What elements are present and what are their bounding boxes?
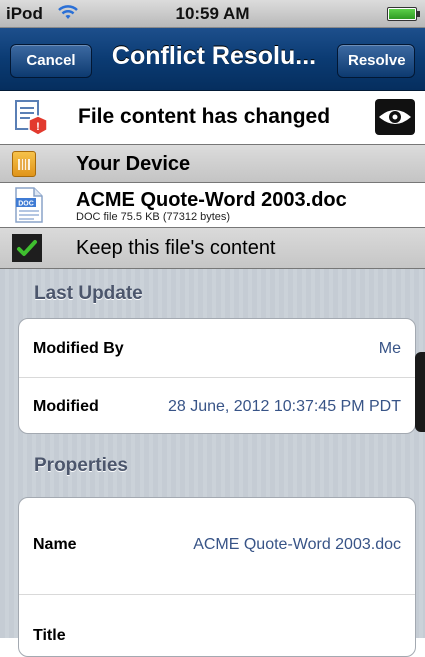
modified-value: 28 June, 2012 10:37:45 PM PDT — [167, 398, 401, 415]
cancel-button[interactable]: Cancel — [10, 44, 92, 78]
name-label: Name — [33, 536, 77, 553]
battery-icon — [387, 7, 420, 21]
device-label: Your Device — [76, 153, 191, 175]
conflict-banner: ! File content has changed — [0, 91, 425, 145]
svg-text:!: ! — [36, 121, 40, 133]
file-meta: DOC file 75.5 KB (77312 bytes) — [76, 211, 231, 223]
modified-label: Modified — [33, 398, 99, 415]
keep-content-label: Keep this file's content — [76, 237, 276, 259]
conflict-message: File content has changed — [78, 105, 331, 128]
details-table: Last Update Modified By Me Modified 28 J… — [0, 269, 425, 657]
preview-eye-button[interactable] — [375, 99, 415, 135]
doc-file-icon: DOC — [14, 187, 44, 228]
table-row[interactable]: Title — [19, 594, 415, 656]
last-update-group: Modified By Me Modified 28 June, 2012 10… — [18, 318, 416, 434]
modified-by-label: Modified By — [33, 340, 124, 357]
file-name: ACME Quote-Word 2003.doc — [76, 189, 347, 211]
file-info-row[interactable]: DOC ACME Quote-Word 2003.doc DOC file 75… — [0, 183, 425, 228]
eye-icon — [379, 110, 411, 124]
section-header-last-update: Last Update — [34, 283, 143, 304]
file-conflict-icon: ! — [14, 99, 48, 142]
table-row[interactable]: Name ACME Quote-Word 2003.doc — [19, 498, 415, 594]
navigation-bar: Cancel Conflict Resolu... Resolve — [0, 28, 425, 91]
modified-by-value: Me — [378, 340, 401, 357]
checkmark-icon[interactable] — [12, 234, 42, 262]
keep-content-row[interactable]: Keep this file's content — [0, 228, 425, 269]
clock: 10:59 AM — [175, 4, 250, 23]
title-label: Title — [33, 627, 66, 644]
device-icon — [12, 151, 36, 177]
name-value: ACME Quote-Word 2003.doc — [193, 536, 401, 553]
resolve-button[interactable]: Resolve — [337, 44, 415, 78]
status-bar: iPod 10:59 AM — [0, 0, 425, 28]
section-header-properties: Properties — [34, 455, 128, 476]
properties-group: Name ACME Quote-Word 2003.doc Title — [18, 497, 416, 657]
side-drawer-handle[interactable] — [415, 352, 425, 432]
doc-icon-text: DOC — [18, 201, 34, 208]
table-row[interactable]: Modified By Me — [19, 319, 415, 377]
page-title: Conflict Resolu... — [111, 42, 317, 70]
device-section-row: Your Device — [0, 145, 425, 183]
table-row[interactable]: Modified 28 June, 2012 10:37:45 PM PDT — [19, 377, 415, 433]
